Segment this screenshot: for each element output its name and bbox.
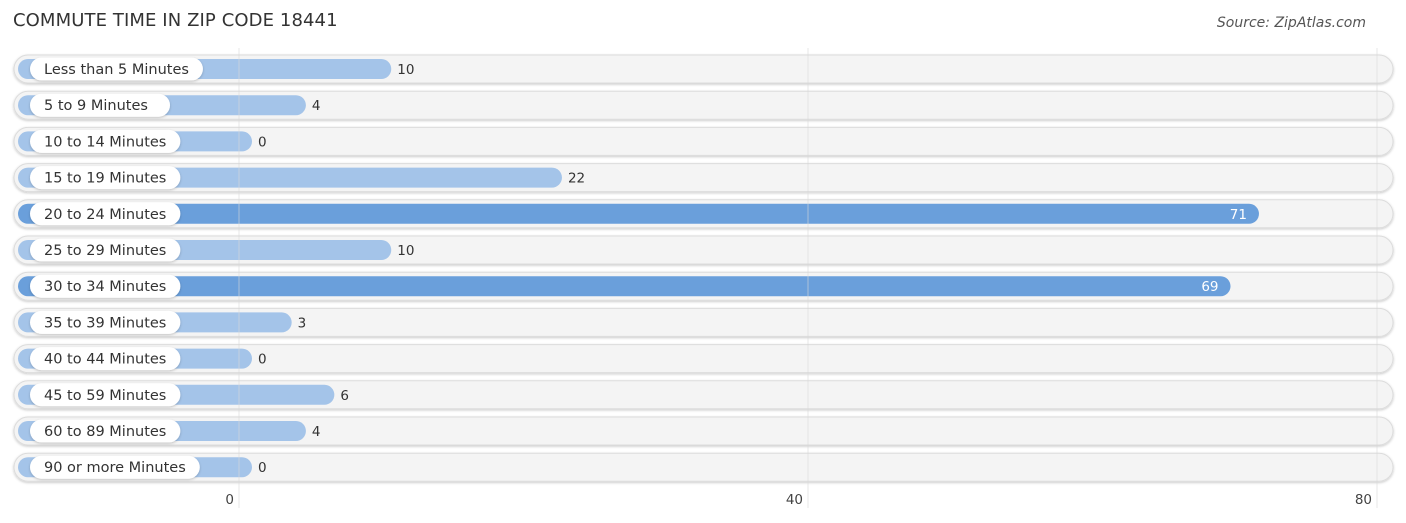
- category-label: 35 to 39 Minutes: [44, 315, 166, 331]
- value-label: 71: [1230, 207, 1247, 223]
- bar-row: 5 to 9 Minutes 4: [13, 90, 1394, 120]
- x-tick-label: 80: [1355, 492, 1372, 508]
- category-label: 90 or more Minutes: [44, 460, 186, 476]
- value-label: 4: [312, 424, 321, 440]
- bar-rows: Less than 5 Minutes 10 5 to 9 Minutes 4 10 t…: [13, 54, 1394, 482]
- value-label: 10: [397, 62, 414, 78]
- category-label: 25 to 29 Minutes: [44, 243, 166, 259]
- bar-row: 25 to 29 Minutes 10: [13, 235, 1394, 265]
- category-label: 60 to 89 Minutes: [44, 424, 166, 440]
- category-label: Less than 5 Minutes: [44, 62, 189, 78]
- category-label: 10 to 14 Minutes: [44, 134, 166, 150]
- value-label: 0: [258, 460, 267, 476]
- value-label: 6: [340, 388, 349, 404]
- category-label: 30 to 34 Minutes: [44, 279, 166, 295]
- bar[interactable]: [18, 276, 1231, 297]
- bar-row: 15 to 19 Minutes 22: [13, 163, 1394, 193]
- category-label: 20 to 24 Minutes: [44, 207, 166, 223]
- category-label: 5 to 9 Minutes: [44, 98, 148, 114]
- bar-chart: Less than 5 Minutes 10 5 to 9 Minutes 4 10 t…: [13, 48, 1394, 508]
- bar-row: 40 to 44 Minutes 0: [13, 344, 1394, 374]
- x-tick-label: 40: [786, 492, 803, 508]
- bar[interactable]: [18, 203, 1259, 224]
- category-label: 15 to 19 Minutes: [44, 171, 166, 187]
- category-label: 40 to 44 Minutes: [44, 352, 166, 368]
- value-label: 10: [397, 243, 414, 259]
- bar-row: 30 to 34 Minutes 69: [13, 271, 1394, 301]
- bar-row: Less than 5 Minutes 10: [13, 54, 1394, 84]
- category-label: 45 to 59 Minutes: [44, 388, 166, 404]
- bar-row: 10 to 14 Minutes 0: [13, 126, 1394, 156]
- bar-row: 20 to 24 Minutes 71: [13, 199, 1394, 229]
- x-tick-label: 0: [225, 492, 234, 508]
- bar-row: 90 or more Minutes 0: [13, 452, 1394, 482]
- bar-row: 60 to 89 Minutes 4: [13, 416, 1394, 446]
- bar-row: 35 to 39 Minutes 3: [13, 307, 1394, 337]
- value-label: 0: [258, 352, 267, 368]
- value-label: 69: [1201, 279, 1218, 295]
- value-label: 22: [568, 171, 585, 187]
- value-label: 3: [298, 315, 307, 331]
- value-label: 0: [258, 134, 267, 150]
- x-axis-ticks: 0 40 80: [225, 492, 1372, 508]
- bar-row: 45 to 59 Minutes 6: [13, 380, 1394, 410]
- value-label: 4: [312, 98, 321, 114]
